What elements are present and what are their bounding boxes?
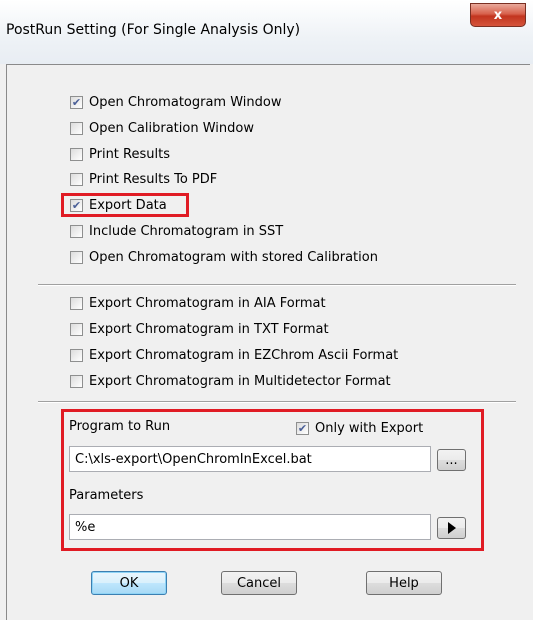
ok-button[interactable]: OK bbox=[91, 571, 167, 595]
cancel-button[interactable]: Cancel bbox=[221, 571, 297, 595]
checkbox-box[interactable] bbox=[70, 348, 83, 362]
checkbox-box[interactable] bbox=[70, 147, 83, 161]
checkbox-box[interactable] bbox=[70, 374, 83, 388]
checkbox-open-chromatogram-window[interactable]: ✔ Open Chromatogram Window bbox=[70, 93, 281, 111]
checkbox-open-chromatogram-stored-calibration[interactable]: Open Chromatogram with stored Calibratio… bbox=[70, 248, 378, 266]
checkbox-box[interactable] bbox=[70, 322, 83, 336]
checkbox-label: Export Chromatogram in Multidetector For… bbox=[89, 373, 391, 389]
postrun-setting-dialog: PostRun Setting (For Single Analysis Onl… bbox=[0, 0, 533, 620]
checkbox-label: Export Chromatogram in AIA Format bbox=[89, 295, 326, 311]
checkbox-open-calibration-window[interactable]: Open Calibration Window bbox=[70, 119, 254, 137]
separator bbox=[38, 401, 516, 403]
checkbox-box[interactable] bbox=[70, 172, 83, 186]
checkbox-box[interactable] bbox=[70, 224, 83, 238]
checkbox-box[interactable]: ✔ bbox=[70, 95, 83, 109]
checkbox-label: Open Chromatogram Window bbox=[89, 94, 282, 110]
help-button[interactable]: Help bbox=[366, 571, 442, 595]
close-button[interactable]: x bbox=[470, 3, 526, 27]
window-title: PostRun Setting (For Single Analysis Onl… bbox=[6, 22, 301, 38]
checkbox-export-ezchrom[interactable]: Export Chromatogram in EZChrom Ascii For… bbox=[70, 346, 398, 364]
checkbox-label: Open Calibration Window bbox=[89, 120, 254, 136]
checkbox-include-chromatogram-sst[interactable]: Include Chromatogram in SST bbox=[70, 222, 283, 240]
close-icon: x bbox=[493, 7, 503, 23]
checkbox-label: Export Chromatogram in EZChrom Ascii For… bbox=[89, 347, 399, 363]
checkbox-box[interactable] bbox=[70, 250, 83, 264]
checkbox-label: Print Results To PDF bbox=[89, 171, 218, 187]
checkbox-label: Export Chromatogram in TXT Format bbox=[89, 321, 329, 337]
checkbox-box[interactable] bbox=[70, 296, 83, 310]
checkbox-export-multidetector[interactable]: Export Chromatogram in Multidetector For… bbox=[70, 372, 391, 390]
checkbox-print-results[interactable]: Print Results bbox=[70, 145, 170, 163]
checkbox-export-txt[interactable]: Export Chromatogram in TXT Format bbox=[70, 320, 329, 338]
separator bbox=[38, 284, 516, 286]
checkbox-label: Include Chromatogram in SST bbox=[89, 223, 284, 239]
checkbox-box[interactable] bbox=[70, 121, 83, 135]
title-bar[interactable]: PostRun Setting (For Single Analysis Onl… bbox=[0, 0, 533, 64]
checkbox-export-aia[interactable]: Export Chromatogram in AIA Format bbox=[70, 294, 326, 312]
checkbox-label: Print Results bbox=[89, 146, 170, 162]
program-section-highlight bbox=[61, 409, 484, 551]
export-data-highlight bbox=[61, 193, 189, 217]
checkbox-print-results-to-pdf[interactable]: Print Results To PDF bbox=[70, 170, 217, 188]
checkbox-label: Open Chromatogram with stored Calibratio… bbox=[89, 249, 378, 265]
